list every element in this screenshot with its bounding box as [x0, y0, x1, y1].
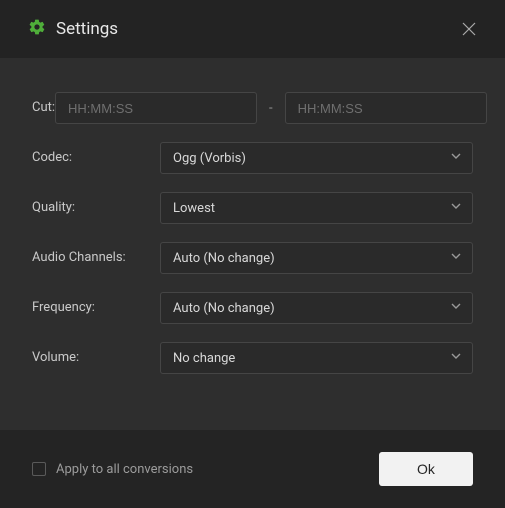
- apply-all-checkbox-wrap[interactable]: Apply to all conversions: [32, 462, 193, 477]
- volume-select[interactable]: No change: [160, 342, 473, 374]
- chevron-down-icon: [450, 250, 462, 266]
- frequency-value: Auto (No change): [173, 301, 275, 316]
- apply-all-label: Apply to all conversions: [56, 462, 193, 477]
- dialog-footer: Apply to all conversions Ok: [0, 430, 505, 508]
- cut-from-input[interactable]: [55, 92, 257, 124]
- codec-label: Codec:: [32, 142, 160, 168]
- quality-label: Quality:: [32, 192, 160, 218]
- row-volume: Volume: No change: [32, 342, 473, 374]
- audio-channels-value: Auto (No change): [173, 251, 275, 266]
- chevron-down-icon: [450, 350, 462, 366]
- audio-channels-label: Audio Channels:: [32, 242, 160, 268]
- chevron-down-icon: [450, 300, 462, 316]
- row-cut: Cut: -: [32, 92, 473, 124]
- titlebar: Settings: [0, 0, 505, 58]
- row-audio-channels: Audio Channels: Auto (No change): [32, 242, 473, 274]
- cut-separator: -: [267, 101, 275, 116]
- dialog-title: Settings: [56, 19, 118, 39]
- quality-value: Lowest: [173, 201, 215, 216]
- ok-button[interactable]: Ok: [379, 452, 473, 486]
- frequency-select[interactable]: Auto (No change): [160, 292, 473, 324]
- audio-channels-select[interactable]: Auto (No change): [160, 242, 473, 274]
- cut-controls: -: [55, 92, 487, 124]
- row-quality: Quality: Lowest: [32, 192, 473, 224]
- volume-label: Volume:: [32, 342, 160, 368]
- row-codec: Codec: Ogg (Vorbis): [32, 142, 473, 174]
- row-frequency: Frequency: Auto (No change): [32, 292, 473, 324]
- title-left: Settings: [28, 18, 118, 40]
- chevron-down-icon: [450, 150, 462, 166]
- chevron-down-icon: [450, 200, 462, 216]
- dialog-body: Cut: - Codec: Ogg (Vorbis) Quality:: [0, 58, 505, 430]
- apply-all-checkbox[interactable]: [32, 462, 46, 476]
- quality-select[interactable]: Lowest: [160, 192, 473, 224]
- cut-to-input[interactable]: [285, 92, 487, 124]
- codec-value: Ogg (Vorbis): [173, 151, 246, 166]
- close-button[interactable]: [455, 15, 483, 43]
- settings-dialog: Settings Cut: - Codec: Ogg (Vorbis): [0, 0, 505, 508]
- volume-value: No change: [173, 351, 235, 366]
- cut-label: Cut:: [32, 92, 55, 118]
- codec-select[interactable]: Ogg (Vorbis): [160, 142, 473, 174]
- frequency-label: Frequency:: [32, 292, 160, 318]
- gear-icon: [28, 18, 46, 40]
